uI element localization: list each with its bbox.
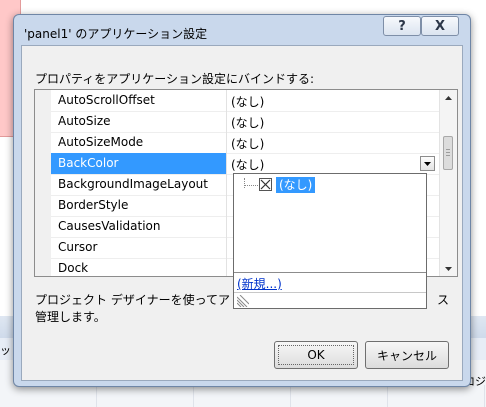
value-dropdown-button[interactable] — [420, 156, 435, 171]
tree-line — [244, 178, 245, 188]
cancel-label: キャンセル — [376, 348, 437, 363]
property-name: BackColor — [58, 156, 119, 170]
chevron-down-icon — [424, 161, 431, 166]
scroll-down-button[interactable] — [440, 261, 457, 276]
property-value: (なし) — [231, 95, 265, 109]
close-icon: X — [434, 18, 446, 34]
property-row[interactable]: AutoSize (なし) — [51, 111, 439, 133]
dialog-titlebar[interactable]: 'panel1' のアプリケーション設定 ? X — [14, 15, 470, 45]
property-name: AutoScrollOffset — [58, 93, 155, 107]
grip-line — [446, 155, 450, 156]
new-setting-link[interactable]: (新規...) — [237, 275, 282, 292]
description-line1-end: ス — [437, 293, 450, 307]
column-divider — [226, 216, 227, 237]
description-text: プロジェクト デザイナーを使ってア ス 管理します。 — [35, 292, 449, 326]
property-value: (なし) — [231, 137, 265, 151]
resize-grip-icon[interactable] — [237, 295, 249, 307]
property-grid-gutter — [35, 90, 51, 276]
scroll-thumb[interactable] — [443, 136, 453, 170]
grip-line — [446, 152, 450, 153]
description-line1-tail: ア — [217, 293, 230, 307]
ok-button[interactable]: OK — [274, 341, 358, 369]
property-name: AutoSize — [58, 114, 111, 128]
description-line1: プロジェクト デザイナーを使って — [35, 293, 218, 307]
popup-separator — [234, 272, 426, 273]
property-name: BorderStyle — [58, 198, 129, 212]
column-divider — [226, 111, 227, 132]
column-divider — [226, 174, 227, 195]
property-value: (なし) — [231, 158, 265, 172]
column-divider — [226, 258, 227, 276]
column-divider — [226, 237, 227, 258]
column-divider — [226, 132, 227, 153]
column-divider — [226, 153, 227, 174]
property-name: CausesValidation — [58, 219, 161, 233]
property-name: BackgroundImageLayout — [58, 177, 208, 191]
chevron-up-icon — [445, 95, 452, 100]
ok-label: OK — [307, 348, 325, 362]
property-value: (なし) — [231, 116, 265, 130]
property-name: Dock — [58, 261, 89, 275]
column-divider — [226, 195, 227, 216]
tree-node-none[interactable]: (なし) — [276, 177, 316, 193]
property-row[interactable]: AutoSizeMode (なし) — [51, 132, 439, 154]
property-name: AutoSizeMode — [58, 135, 144, 149]
instruction-label: プロパティをアプリケーション設定にバインドする: — [35, 72, 315, 86]
dialog-title: 'panel1' のアプリケーション設定 — [24, 27, 208, 41]
property-name: Cursor — [58, 240, 98, 254]
grip-line — [446, 149, 450, 150]
setting-dropdown-popup: (なし) (新規...) — [233, 173, 427, 309]
scroll-up-button[interactable] — [440, 90, 457, 105]
help-icon: ? — [398, 18, 406, 34]
cancel-button[interactable]: キャンセル — [365, 341, 449, 369]
none-setting-icon — [259, 178, 272, 191]
property-grid-scrollbar[interactable] — [439, 90, 457, 276]
property-row[interactable]: AutoScrollOffset (なし) — [51, 90, 439, 112]
help-button[interactable]: ? — [383, 16, 421, 36]
column-divider — [226, 90, 227, 111]
chevron-down-icon — [445, 266, 452, 271]
tree-line — [244, 185, 258, 186]
background-grid — [0, 385, 486, 407]
popup-separator — [234, 292, 426, 293]
property-row-selected[interactable]: BackColor (なし) — [51, 153, 439, 175]
description-line2: 管理します。 — [35, 310, 106, 324]
close-button[interactable]: X — [421, 16, 459, 36]
